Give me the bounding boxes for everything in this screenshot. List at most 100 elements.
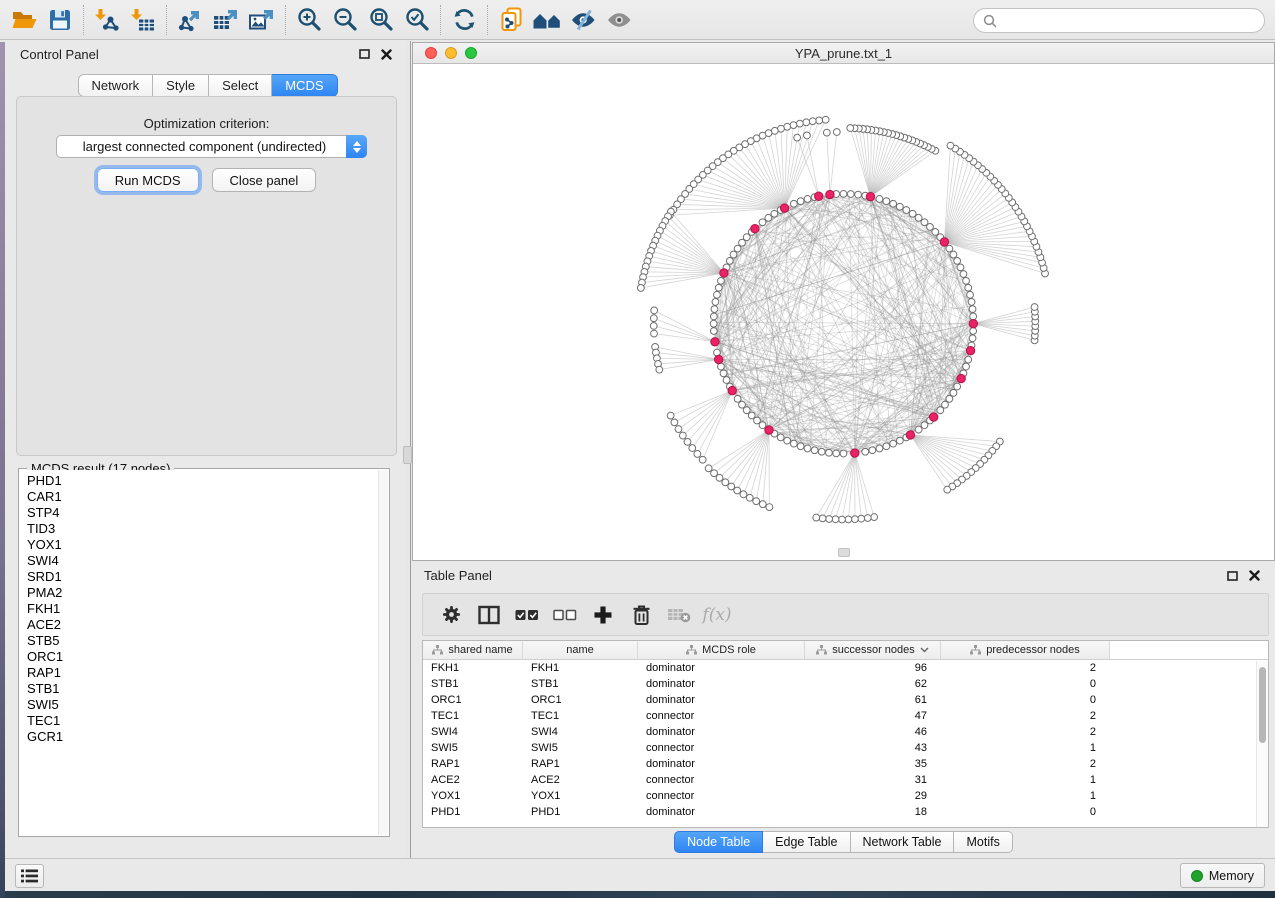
close-panel-button[interactable]: Close panel <box>212 168 317 192</box>
table-cell: YOX1 <box>423 788 523 804</box>
table-scrollbar-thumb[interactable] <box>1259 667 1266 743</box>
zoom-selected-button[interactable] <box>399 3 435 37</box>
result-list-item[interactable]: TID3 <box>27 521 378 537</box>
table-row[interactable]: ORC1ORC1dominator610 <box>423 692 1268 708</box>
float-table-panel-icon[interactable] <box>1223 568 1241 584</box>
duplicate-network-button[interactable] <box>493 3 529 37</box>
tab-mcds[interactable]: MCDS <box>272 74 337 97</box>
mcds-result-list[interactable]: PHD1CAR1STP4TID3YOX1SWI4SRD1PMA2FKH1ACE2… <box>20 470 378 835</box>
search-box[interactable] <box>973 8 1265 33</box>
result-list-item[interactable]: TEC1 <box>27 713 378 729</box>
node-table-header: shared name name MCDS role s <box>423 641 1268 660</box>
zoom-fit-button[interactable] <box>363 3 399 37</box>
columns-icon <box>478 605 500 625</box>
add-column-button[interactable] <box>587 597 619 633</box>
result-list-item[interactable]: ORC1 <box>27 649 378 665</box>
hide-selected-button[interactable] <box>565 3 601 37</box>
tab-node-table[interactable]: Node Table <box>674 831 763 853</box>
tab-network-table[interactable]: Network Table <box>851 831 955 853</box>
tab-style[interactable]: Style <box>153 74 209 97</box>
table-row[interactable]: TEC1TEC1connector472 <box>423 708 1268 724</box>
table-row[interactable]: STB1STB1dominator620 <box>423 676 1268 692</box>
network-window: YPA_prune.txt_1 <box>412 42 1275 561</box>
export-image-button[interactable] <box>244 3 280 37</box>
result-list-item[interactable]: SWI5 <box>27 697 378 713</box>
import-table-button[interactable] <box>125 3 161 37</box>
result-list-item[interactable]: STB5 <box>27 633 378 649</box>
show-columns-button[interactable] <box>473 597 505 633</box>
tab-motifs[interactable]: Motifs <box>954 831 1012 853</box>
float-panel-icon[interactable] <box>355 46 373 62</box>
result-list-item[interactable]: YOX1 <box>27 537 378 553</box>
column-header-shared-name[interactable]: shared name <box>423 641 523 659</box>
result-list-item[interactable]: FKH1 <box>27 601 378 617</box>
export-table-button[interactable] <box>208 3 244 37</box>
table-row[interactable]: SWI5SWI5connector431 <box>423 740 1268 756</box>
table-row[interactable]: RAP1RAP1dominator352 <box>423 756 1268 772</box>
tab-select[interactable]: Select <box>209 74 272 97</box>
result-list-item[interactable]: SRD1 <box>27 569 378 585</box>
table-cell: STB1 <box>423 676 523 692</box>
export-image-icon <box>248 7 276 33</box>
result-list-item[interactable]: ACE2 <box>27 617 378 633</box>
network-graph[interactable] <box>413 64 1274 560</box>
first-neighbors-button[interactable] <box>529 3 565 37</box>
column-header-predecessor-nodes[interactable]: predecessor nodes <box>941 641 1110 659</box>
show-all-button[interactable] <box>601 3 637 37</box>
column-header-name[interactable]: name <box>523 641 638 659</box>
trash-icon <box>631 604 652 626</box>
criterion-dropdown[interactable]: largest connected component (undirected) <box>56 135 367 158</box>
function-builder-button[interactable]: f(x) <box>701 597 733 633</box>
delete-table-button[interactable] <box>663 597 695 633</box>
export-network-button[interactable] <box>172 3 208 37</box>
task-history-button[interactable] <box>15 864 44 888</box>
memory-button[interactable]: Memory <box>1180 863 1265 888</box>
search-input[interactable] <box>1003 11 1264 31</box>
table-cell: dominator <box>638 756 805 772</box>
table-cell: 61 <box>805 692 941 708</box>
tab-edge-table[interactable]: Edge Table <box>763 831 850 853</box>
run-mcds-button[interactable]: Run MCDS <box>97 168 199 192</box>
optimization-criterion-label: Optimization criterion: <box>17 116 396 131</box>
table-row[interactable]: PHD1PHD1dominator180 <box>423 804 1268 820</box>
close-panel-icon[interactable] <box>377 46 395 62</box>
import-network-button[interactable] <box>89 3 125 37</box>
result-list-item[interactable]: PHD1 <box>27 473 378 489</box>
table-settings-button[interactable] <box>435 597 467 633</box>
vertical-splitter[interactable] <box>405 41 411 858</box>
open-file-button[interactable] <box>6 3 42 37</box>
desktop-wallpaper-strip <box>0 42 5 898</box>
plus-icon <box>593 605 613 625</box>
table-scrollbar[interactable] <box>1256 661 1268 827</box>
toolbar-separator <box>285 5 286 35</box>
close-table-panel-icon[interactable] <box>1245 568 1263 584</box>
table-row[interactable]: ACE2ACE2connector311 <box>423 772 1268 788</box>
select-all-button[interactable] <box>511 597 543 633</box>
result-list-item[interactable]: GCR1 <box>27 729 378 745</box>
refresh-view-button[interactable] <box>446 3 482 37</box>
result-list-item[interactable]: RAP1 <box>27 665 378 681</box>
result-scrollbar[interactable] <box>378 470 388 835</box>
deselect-all-button[interactable] <box>549 597 581 633</box>
zoom-in-button[interactable] <box>291 3 327 37</box>
result-list-item[interactable]: CAR1 <box>27 489 378 505</box>
tab-network[interactable]: Network <box>77 74 153 97</box>
zoom-out-icon <box>332 6 359 33</box>
zoom-out-button[interactable] <box>327 3 363 37</box>
column-header-successor-nodes[interactable]: successor nodes <box>805 641 941 659</box>
horizontal-splitter-grip[interactable] <box>838 548 850 557</box>
result-list-item[interactable]: STP4 <box>27 505 378 521</box>
network-title: YPA_prune.txt_1 <box>413 46 1274 61</box>
delete-column-button[interactable] <box>625 597 657 633</box>
column-header-mcds-role[interactable]: MCDS role <box>638 641 805 659</box>
table-row[interactable]: SWI4SWI4dominator462 <box>423 724 1268 740</box>
table-tabs: Node Table Edge Table Network Table Moti… <box>412 831 1275 853</box>
result-list-item[interactable]: STB1 <box>27 681 378 697</box>
save-session-button[interactable] <box>42 3 78 37</box>
splitter-grip[interactable] <box>403 446 412 464</box>
result-list-item[interactable]: PMA2 <box>27 585 378 601</box>
table-panel-title: Table Panel <box>424 568 492 583</box>
result-list-item[interactable]: SWI4 <box>27 553 378 569</box>
table-row[interactable]: YOX1YOX1connector291 <box>423 788 1268 804</box>
table-row[interactable]: FKH1FKH1dominator962 <box>423 660 1268 676</box>
